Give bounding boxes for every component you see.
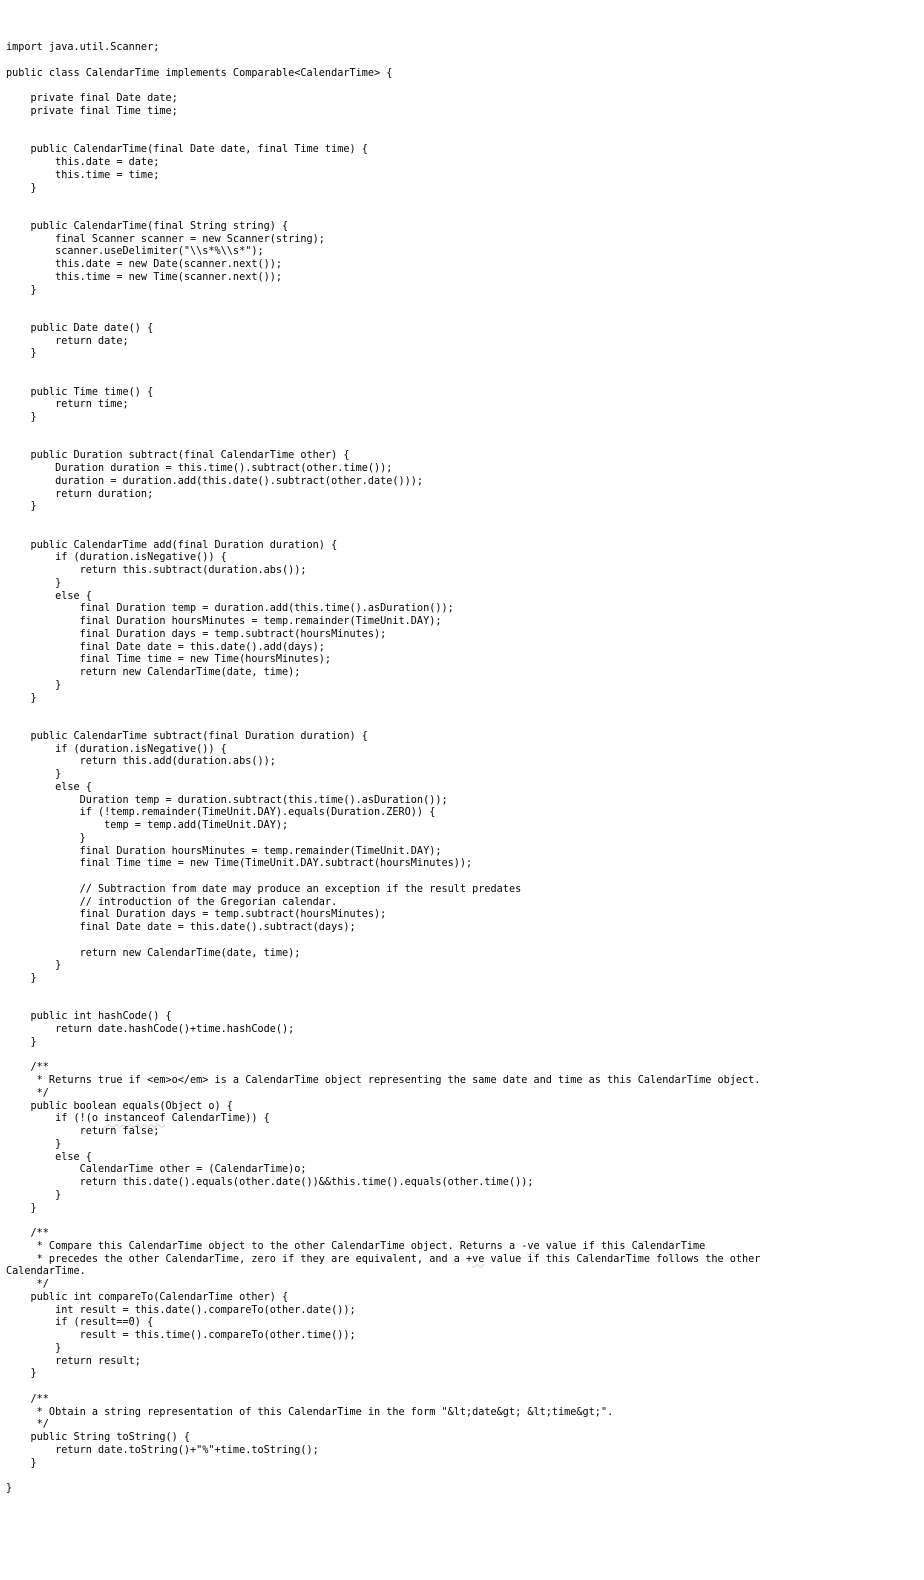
code-line: final Duration hoursMinutes = temp.remai… [6,616,441,627]
code-line: public CalendarTime subtract(final Durat… [6,731,368,742]
code-line: Duration duration = this.time().subtract… [6,463,392,474]
code-line: private final Time time; [6,106,178,117]
code-line: final Duration days = temp.subtract(hour… [6,909,386,920]
code-line: return date.hashCode()+time.hashCode(); [6,1024,294,1035]
code-line: } [6,1458,37,1469]
code-line: public int hashCode() { [6,1011,172,1022]
code-line: private final Date date; [6,93,178,104]
code-line: return new CalendarTime(date, time); [6,667,300,678]
code-line: return time; [6,399,129,410]
code-line: final Date date = this.date().subtract(d… [6,922,356,933]
code-line: final Time time = new Time(hoursMinutes)… [6,654,331,665]
code-line: } [6,1343,61,1354]
spellcheck-underline: ve [527,1241,539,1252]
code-line: else { [6,782,92,793]
code-line: CalendarTime. [6,1266,86,1277]
code-line: */ [6,1419,49,1430]
code-line: } [6,183,37,194]
spellcheck-underline: instanceof [104,1113,165,1124]
code-line: * Compare this CalendarTime object to th… [6,1241,705,1252]
code-line: final Duration temp = duration.add(this.… [6,603,454,614]
code-line: final Scanner scanner = new Scanner(stri… [6,234,325,245]
code-line: this.time = time; [6,170,159,181]
code-line: } [6,769,61,780]
code-line: * precedes the other CalendarTime, zero … [6,1254,760,1265]
code-line: if (result==0) { [6,1317,153,1328]
code-line: return this.add(duration.abs()); [6,756,276,767]
code-line: Duration temp = duration.subtract(this.t… [6,795,448,806]
code-line: */ [6,1088,49,1099]
code-block: import java.util.Scanner; public class C… [6,42,924,1496]
code-line: this.date = new Date(scanner.next()); [6,259,282,270]
code-line: this.date = date; [6,157,159,168]
code-line: return this.date().equals(other.date())&… [6,1177,533,1188]
code-line: } [6,412,37,423]
code-line: public class CalendarTime implements Com… [6,68,392,79]
code-line: if (duration.isNegative()) { [6,744,227,755]
code-line: } [6,1368,37,1379]
code-line: // introduction of the Gregorian calenda… [6,897,337,908]
code-line: this.time = new Time(scanner.next()); [6,272,282,283]
code-line: return this.subtract(duration.abs()); [6,565,307,576]
code-line: public CalendarTime add(final Duration d… [6,540,337,551]
code-line: return duration; [6,489,153,500]
code-line: } [6,1037,37,1048]
code-line: temp = temp.add(TimeUnit.DAY); [6,820,288,831]
code-line: * Returns true if <em>o</em> is a Calend… [6,1075,760,1086]
code-line: result = this.time().compareTo(other.tim… [6,1330,356,1341]
code-line: return false; [6,1126,159,1137]
code-line: else { [6,591,92,602]
code-line: } [6,693,37,704]
code-line: return date; [6,336,129,347]
code-line: if (!temp.remainder(TimeUnit.DAY).equals… [6,807,435,818]
code-line: if (duration.isNegative()) { [6,552,227,563]
code-line: public CalendarTime(final String string)… [6,221,288,232]
code-line: CalendarTime other = (CalendarTime)o; [6,1164,307,1175]
code-line: return new CalendarTime(date, time); [6,948,300,959]
code-line: else { [6,1152,92,1163]
code-line: public String toString() { [6,1432,190,1443]
code-line: scanner.useDelimiter("\\s*%\\s*"); [6,246,264,257]
code-line: } [6,680,61,691]
code-line: final Date date = this.date().add(days); [6,642,325,653]
code-line: } [6,973,37,984]
code-line: if (!(o instanceof CalendarTime)) { [6,1113,270,1124]
code-line: } [6,1203,37,1214]
code-line: } [6,833,86,844]
code-line: final Duration hoursMinutes = temp.remai… [6,846,441,857]
code-line: // Subtraction from date may produce an … [6,884,521,895]
code-line: /** [6,1062,49,1073]
code-line: int result = this.date().compareTo(other… [6,1305,356,1316]
code-line: public int compareTo(CalendarTime other)… [6,1292,288,1303]
code-line: } [6,1190,61,1201]
spellcheck-underline: ve [472,1254,484,1265]
code-line: /** [6,1394,49,1405]
code-line: */ [6,1279,49,1290]
code-line: } [6,348,37,359]
code-line: public boolean equals(Object o) { [6,1101,233,1112]
code-line: duration = duration.add(this.date().subt… [6,476,423,487]
code-line: final Time time = new Time(TimeUnit.DAY.… [6,858,472,869]
code-line: } [6,960,61,971]
code-line: } [6,1139,61,1150]
code-line: } [6,578,61,589]
code-line: return date.toString()+"%"+time.toString… [6,1445,319,1456]
code-line: * Obtain a string representation of this… [6,1407,613,1418]
code-line: } [6,1483,12,1494]
code-line: public CalendarTime(final Date date, fin… [6,144,368,155]
code-line: } [6,501,37,512]
code-line: } [6,285,37,296]
code-line: return result; [6,1356,141,1367]
code-line: public Date date() { [6,323,153,334]
code-line: final Duration days = temp.subtract(hour… [6,629,386,640]
code-line: public Time time() { [6,387,153,398]
code-line: public Duration subtract(final CalendarT… [6,450,349,461]
code-line: /** [6,1228,49,1239]
code-line: import java.util.Scanner; [6,42,159,53]
